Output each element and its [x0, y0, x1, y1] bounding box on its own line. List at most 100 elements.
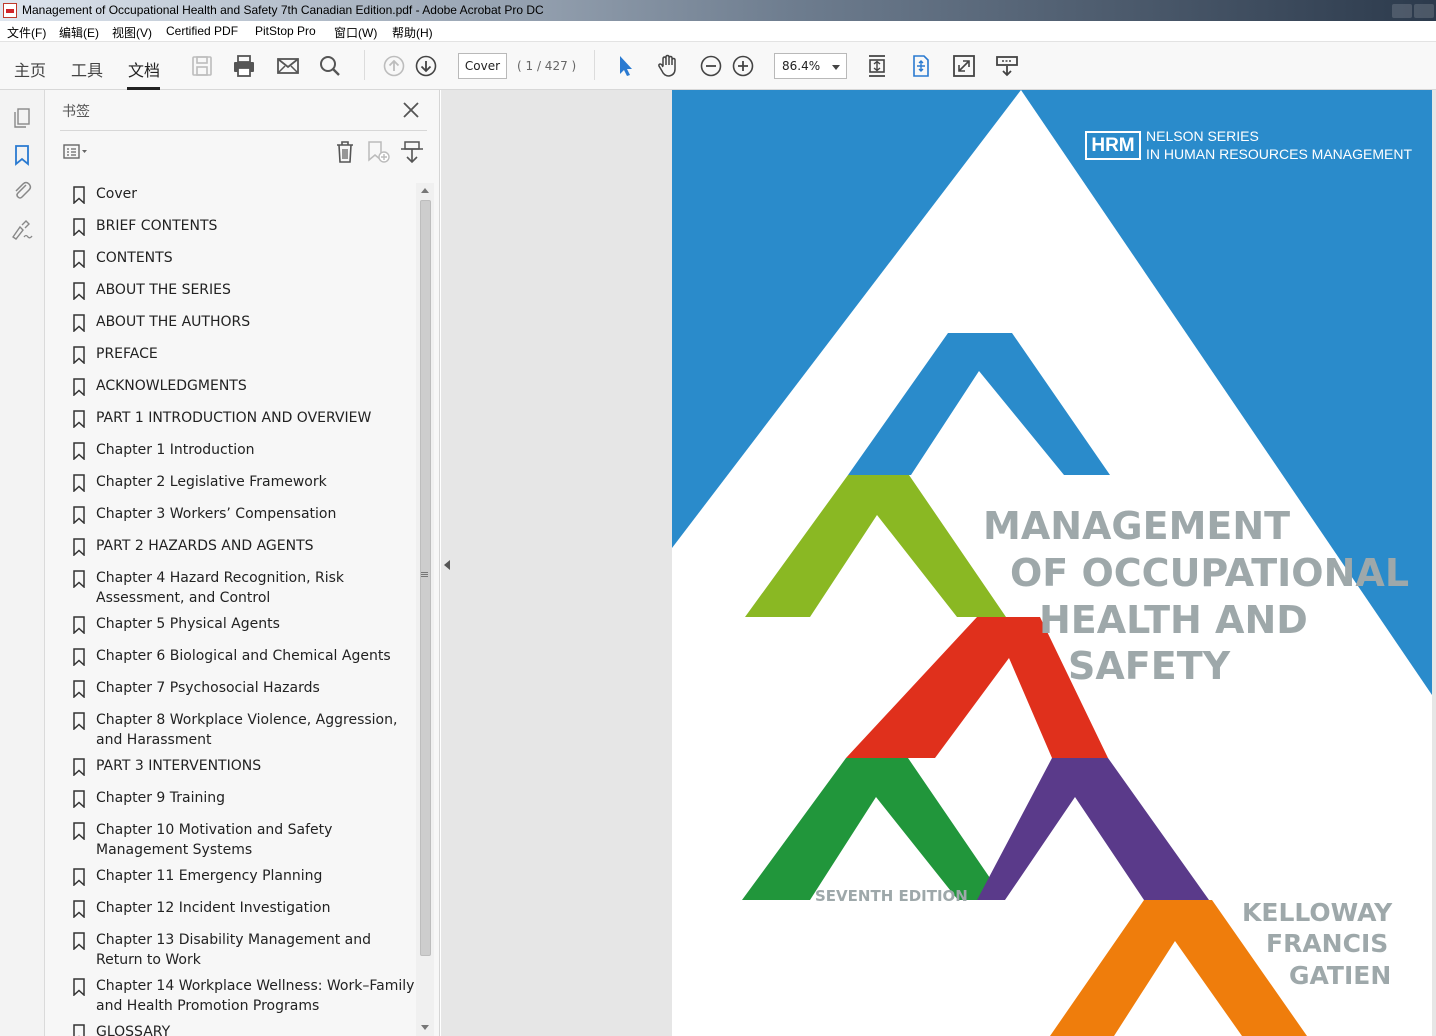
delete-bookmark-icon[interactable] [331, 139, 359, 165]
bookmark-label: Chapter 13 Disability Management and Ret… [96, 932, 372, 968]
select-arrow-icon[interactable] [612, 53, 638, 79]
previous-page-icon[interactable] [381, 53, 407, 79]
zoom-out-icon[interactable] [698, 53, 724, 79]
tab-document[interactable]: 文档 [128, 57, 160, 81]
menu-help[interactable]: 帮助(H) [392, 24, 433, 41]
page-fit-icon[interactable] [864, 53, 890, 79]
cover-page: HRM NELSON SERIES IN HUMAN RESOURCES MAN… [672, 90, 1432, 1036]
cover-title-line-1: MANAGEMENT [983, 504, 1291, 548]
bookmark-label: BRIEF CONTENTS [96, 218, 218, 234]
email-icon[interactable] [275, 53, 301, 79]
bookmark-label: ABOUT THE SERIES [96, 282, 231, 298]
menu-edit[interactable]: 编辑(E) [59, 24, 99, 41]
bookmark-icon [73, 442, 85, 460]
full-screen-icon[interactable] [951, 53, 977, 79]
hrm-badge: HRM [1085, 131, 1141, 160]
menu-file[interactable]: 文件(F) [7, 24, 46, 41]
minimize-button[interactable] [1392, 4, 1412, 18]
acrobat-window: Management of Occupational Health and Sa… [0, 0, 1436, 1036]
bookmark-icon [73, 868, 85, 886]
bookmark-label: CONTENTS [96, 250, 173, 266]
author-2: FRANCIS [1266, 929, 1389, 958]
bookmark-icon [73, 900, 85, 918]
bookmark-label: Chapter 8 Workplace Violence, Aggression… [96, 712, 398, 748]
bookmark-icon [73, 1024, 85, 1036]
bookmark-icon [73, 474, 85, 492]
toolbar-separator [594, 50, 595, 80]
series-line-1: NELSON SERIES [1146, 128, 1259, 144]
bookmark-label: Chapter 9 Training [96, 790, 226, 806]
author-3: GATIEN [1289, 961, 1392, 990]
bookmark-label: GLOSSARY [96, 1024, 171, 1036]
bookmark-label: Chapter 3 Workers’ Compensation [96, 506, 337, 522]
bookmark-icon [73, 680, 85, 698]
page-count: ( 1 / 427 ) [517, 59, 577, 73]
next-page-icon[interactable] [413, 53, 439, 79]
bookmarks-icon[interactable] [10, 143, 34, 167]
bookmark-icon [73, 186, 85, 204]
zoom-level-dropdown[interactable]: 86.4% [774, 53, 847, 79]
new-bookmark-icon[interactable] [365, 139, 393, 165]
bookmark-label: PREFACE [96, 346, 158, 362]
page-thumbnails-icon[interactable] [10, 106, 34, 130]
bookmark-icon [73, 538, 85, 556]
close-icon[interactable] [401, 100, 421, 120]
bookmark-label: Chapter 1 Introduction [96, 442, 255, 458]
print-icon[interactable] [231, 53, 257, 79]
bookmark-label: Chapter 4 Hazard Recognition, Risk Asses… [96, 570, 345, 606]
bookmark-icon [73, 758, 85, 776]
read-mode-icon[interactable] [994, 53, 1020, 79]
menu-pitstop-pro[interactable]: PitStop Pro [255, 24, 316, 38]
bookmark-label: Chapter 7 Psychosocial Hazards [96, 680, 320, 696]
scroll-down-icon[interactable] [421, 1025, 429, 1030]
navigation-rail [0, 90, 45, 1036]
bookmark-options-icon[interactable] [61, 139, 89, 165]
zoom-in-icon[interactable] [730, 53, 756, 79]
title-bar: Management of Occupational Health and Sa… [0, 0, 1436, 21]
window-title: Management of Occupational Health and Sa… [22, 3, 544, 17]
author-1: KELLOWAY [1242, 898, 1393, 927]
save-icon[interactable] [189, 53, 215, 79]
bookmark-icon [73, 822, 85, 840]
cover-title-line-4: SAFETY [1068, 644, 1231, 688]
scrollbar-thumb[interactable] [420, 200, 431, 956]
tab-home[interactable]: 主页 [14, 57, 46, 81]
menu-certified-pdf[interactable]: Certified PDF [166, 24, 238, 38]
bookmarks-panel: 书签 Cover BRIEF CONTENTS CONTENTS ABOUT THE … [45, 90, 440, 1036]
bookmark-label: PART 2 HAZARDS AND AGENTS [96, 538, 314, 554]
panel-title: 书签 [62, 104, 90, 120]
attachments-icon[interactable] [10, 178, 34, 202]
cover-title-line-3: HEALTH AND [1039, 598, 1308, 642]
expand-bookmark-icon[interactable] [398, 139, 426, 165]
bookmark-label: PART 3 INTERVENTIONS [96, 758, 262, 774]
bookmark-icon [73, 932, 85, 950]
bookmark-icon [73, 978, 85, 996]
series-line-2: IN HUMAN RESOURCES MANAGEMENT [1146, 146, 1413, 162]
bookmark-label: PART 1 INTRODUCTION AND OVERVIEW [96, 410, 372, 426]
cover-title-line-2: OF OCCUPATIONAL [1010, 551, 1410, 595]
scroll-up-icon[interactable] [421, 188, 429, 193]
bookmark-icon [73, 282, 85, 300]
bookmark-icon [73, 506, 85, 524]
chevron-down-icon [832, 65, 840, 70]
bookmark-label: ABOUT THE AUTHORS [96, 314, 251, 330]
panel-divider [60, 130, 427, 131]
signatures-icon[interactable] [10, 217, 34, 241]
bookmark-icon [73, 712, 85, 730]
rotate-view-icon[interactable] [908, 53, 934, 79]
tab-tools[interactable]: 工具 [71, 57, 103, 81]
maximize-button[interactable] [1414, 4, 1434, 18]
bookmark-label: Cover [96, 186, 137, 202]
bookmark-list: Cover BRIEF CONTENTS CONTENTS ABOUT THE SER… [60, 184, 417, 1036]
bookmark-icon [73, 378, 85, 396]
search-icon[interactable] [317, 53, 343, 79]
menu-window[interactable]: 窗口(W) [334, 24, 377, 41]
page-number-input[interactable]: Cover [458, 53, 507, 79]
hand-tool-icon[interactable] [655, 53, 681, 79]
bookmark-icon [73, 218, 85, 236]
collapse-panel-icon[interactable] [444, 560, 450, 570]
menu-view[interactable]: 视图(V) [112, 24, 152, 41]
menu-bar: 文件(F) 编辑(E) 视图(V) Certified PDF PitStop … [0, 21, 1436, 42]
toolbar-separator [364, 50, 365, 80]
bookmark-icon [73, 250, 85, 268]
